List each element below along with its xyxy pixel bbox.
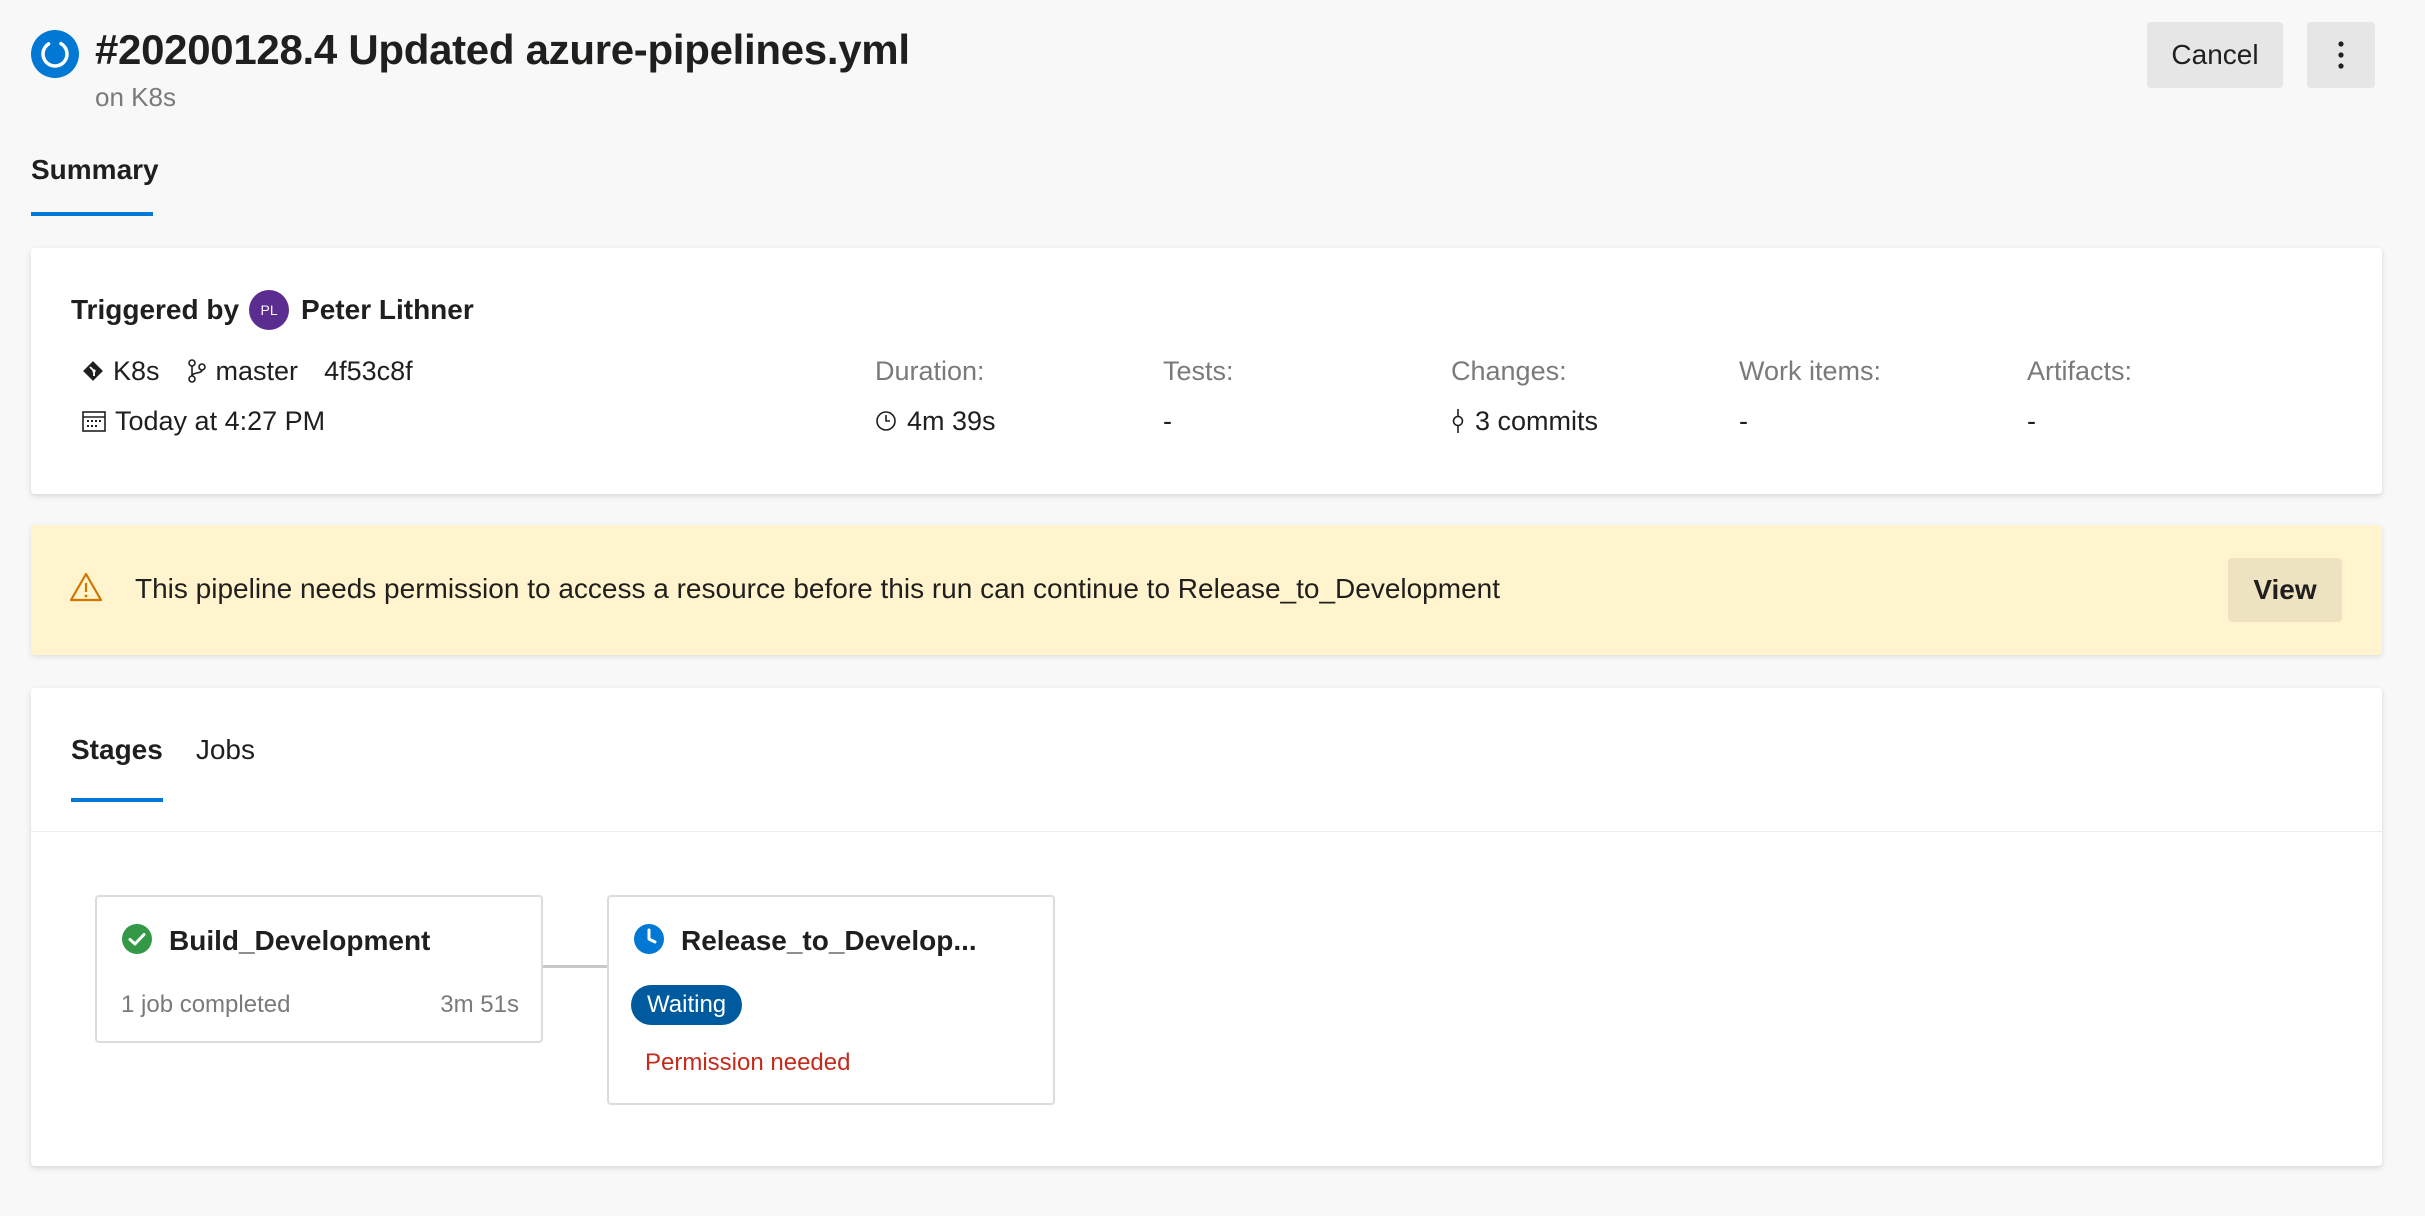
clock-waiting-icon bbox=[633, 923, 665, 960]
stage-release-to-development[interactable]: Release_to_Develop... Waiting Permission… bbox=[607, 895, 1055, 1105]
triggered-by-row: Triggered by PL Peter Lithner bbox=[71, 288, 474, 332]
tab-stages-label: Stages bbox=[71, 734, 163, 765]
more-actions-button[interactable] bbox=[2307, 22, 2375, 88]
repo-icon bbox=[81, 359, 105, 383]
run-subtitle: on K8s bbox=[95, 82, 176, 112]
stage-name: Build_Development bbox=[169, 925, 431, 956]
warning-icon bbox=[69, 571, 103, 608]
tab-summary-label: Summary bbox=[31, 154, 159, 185]
stat-tests: Tests: - bbox=[1163, 354, 1234, 438]
success-check-icon bbox=[121, 923, 153, 960]
stat-label: Changes: bbox=[1451, 356, 1567, 386]
tab-summary[interactable]: Summary bbox=[31, 148, 159, 216]
permission-needed-link[interactable]: Permission needed bbox=[645, 1047, 850, 1079]
tab-jobs-label: Jobs bbox=[195, 734, 255, 765]
status-badge: Waiting bbox=[631, 985, 743, 1025]
source-row: K8s master 4f53c8f bbox=[81, 354, 413, 388]
stage-name: Release_to_Develop... bbox=[681, 925, 977, 956]
stat-label: Duration: bbox=[875, 356, 985, 386]
repo-link[interactable]: K8s bbox=[113, 356, 160, 387]
changes-link[interactable]: 3 commits bbox=[1475, 404, 1598, 438]
cancel-button[interactable]: Cancel bbox=[2147, 22, 2283, 88]
banner-message: This pipeline needs permission to access… bbox=[135, 573, 1500, 604]
stat-label: Work items: bbox=[1739, 356, 1882, 386]
stat-artifacts: Artifacts: - bbox=[2027, 354, 2132, 438]
stage-connector bbox=[543, 965, 607, 968]
stat-value: - bbox=[1163, 406, 1172, 436]
tabs-divider bbox=[31, 831, 2382, 832]
permission-banner: This pipeline needs permission to access… bbox=[31, 525, 2382, 655]
commit-icon bbox=[1451, 408, 1465, 434]
stat-label: Tests: bbox=[1163, 356, 1234, 386]
stages-tabs: Stages Jobs bbox=[71, 730, 288, 802]
view-button[interactable]: View bbox=[2228, 558, 2342, 622]
clock-icon bbox=[875, 410, 897, 432]
running-icon bbox=[31, 30, 79, 78]
commit-link[interactable]: 4f53c8f bbox=[324, 356, 413, 387]
stat-value: 4m 39s bbox=[907, 406, 996, 436]
stat-work-items: Work items: - bbox=[1739, 354, 1881, 438]
summary-card: Triggered by PL Peter Lithner K8s master… bbox=[31, 248, 2382, 494]
page-title: #20200128.4 Updated azure-pipelines.yml bbox=[95, 26, 910, 73]
calendar-icon bbox=[81, 409, 107, 433]
stage-duration: 3m 51s bbox=[440, 991, 519, 1018]
branch-icon bbox=[186, 358, 208, 384]
stat-label: Artifacts: bbox=[2027, 356, 2133, 386]
run-date: Today at 4:27 PM bbox=[115, 405, 326, 436]
branch-link[interactable]: master bbox=[216, 356, 299, 387]
stage-build-development[interactable]: Build_Development 1 job completed 3m 51s bbox=[95, 895, 543, 1043]
tab-stages[interactable]: Stages bbox=[71, 730, 163, 802]
triggered-by-user[interactable]: Peter Lithner bbox=[301, 294, 474, 326]
avatar[interactable]: PL bbox=[249, 290, 290, 330]
stat-value: - bbox=[2027, 406, 2036, 436]
stat-changes: Changes: 3 commits bbox=[1451, 354, 1598, 438]
stat-value: - bbox=[1739, 406, 1748, 436]
stat-duration: Duration: 4m 39s bbox=[875, 354, 996, 438]
more-vertical-icon bbox=[2338, 41, 2344, 69]
run-header: #20200128.4 Updated azure-pipelines.yml … bbox=[31, 22, 2375, 112]
triggered-by-label: Triggered by bbox=[71, 294, 240, 325]
tab-jobs[interactable]: Jobs bbox=[196, 730, 255, 802]
date-row: Today at 4:27 PM bbox=[81, 404, 325, 438]
stages-card: Stages Jobs Build_Development 1 job comp… bbox=[31, 688, 2382, 1166]
stage-detail: 1 job completed bbox=[121, 991, 291, 1018]
